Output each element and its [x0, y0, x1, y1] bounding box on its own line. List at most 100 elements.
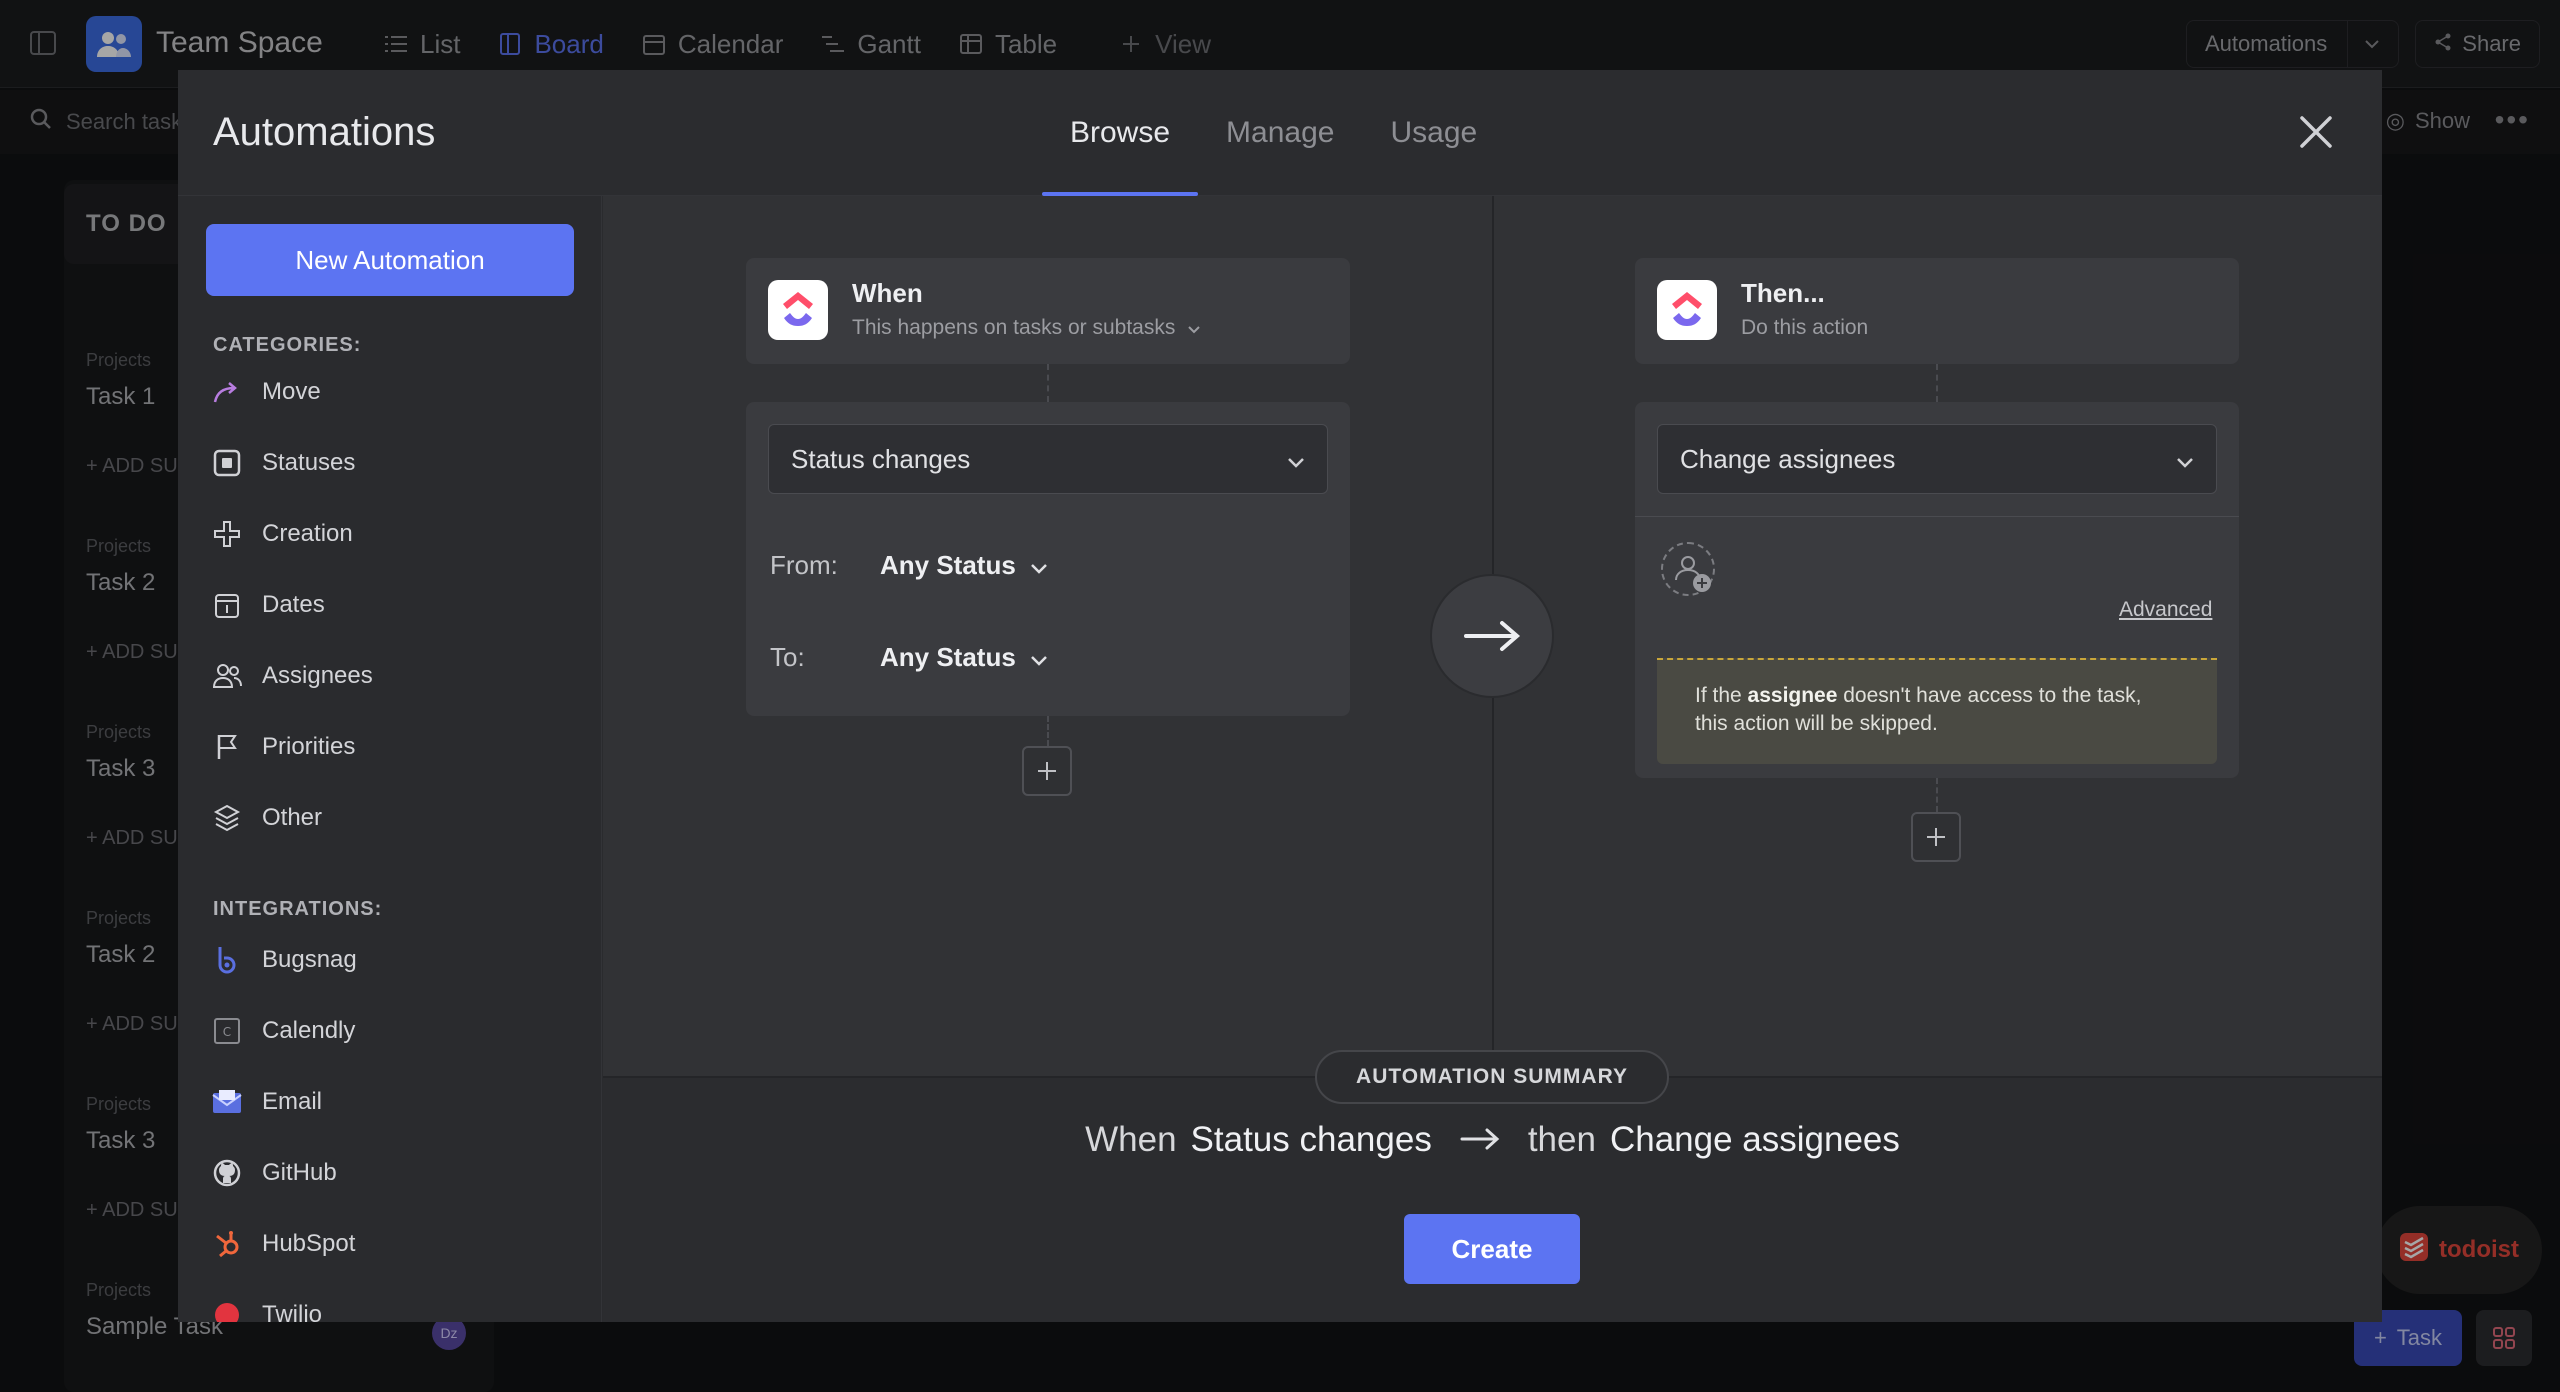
clickup-logo-icon [1657, 280, 1717, 340]
assignee-warning: If the assignee doesn't have access to t… [1657, 658, 2217, 764]
connector-line [1047, 716, 1049, 746]
other-icon [212, 803, 242, 833]
clickup-logo-icon [768, 280, 828, 340]
integration-label: HubSpot [262, 1230, 356, 1257]
action-subtitle: Do this action [1741, 316, 1869, 339]
automations-modal: Automations Browse Manage Usage New Auto… [178, 70, 2382, 1322]
dates-icon [212, 590, 242, 620]
connector-line [1047, 364, 1049, 402]
integrations-heading: INTEGRATIONS: [213, 898, 383, 920]
trigger-subtitle: This happens on tasks or subtasks [852, 316, 1176, 339]
categories-heading: CATEGORIES: [213, 334, 362, 356]
automation-categories-sidebar: New Automation CATEGORIES: Move Statuses… [178, 196, 602, 1322]
trigger-select-value: Status changes [791, 443, 971, 474]
to-status-value: Any Status [880, 642, 1016, 672]
modal-tabs: Browse Manage Usage [1042, 116, 1505, 196]
category-priorities[interactable]: Priorities [212, 727, 355, 767]
trigger-title: When [852, 278, 923, 308]
chevron-down-icon [1030, 550, 1048, 581]
advanced-link[interactable]: Advanced [2119, 598, 2212, 622]
tab-manage[interactable]: Manage [1198, 116, 1362, 196]
integration-label: Twilio [262, 1301, 323, 1322]
category-label: Other [262, 804, 323, 831]
chevron-down-icon [1187, 316, 1201, 340]
from-status-value: Any Status [880, 550, 1016, 580]
summary-text: When Status changes then Change assignee… [603, 1120, 2382, 1160]
chevron-down-icon [1287, 444, 1305, 475]
summary-then: then [1527, 1120, 1596, 1159]
assignees-icon [212, 661, 242, 691]
priorities-icon [212, 732, 242, 762]
summary-trigger: Status changes [1190, 1120, 1432, 1159]
warning-text: doesn't have access to the task, [1837, 684, 2142, 707]
integration-calendly[interactable]: C Calendly [212, 1011, 355, 1051]
arrow-right-icon [1460, 1120, 1500, 1160]
summary-when: When [1085, 1120, 1177, 1159]
category-assignees[interactable]: Assignees [212, 656, 373, 696]
summary-pill: AUTOMATION SUMMARY [1315, 1050, 1669, 1104]
category-label: Move [262, 378, 321, 405]
category-dates[interactable]: Dates [212, 585, 325, 625]
twilio-icon [212, 1300, 242, 1322]
from-label: From: [770, 550, 838, 580]
connector-line [1936, 364, 1938, 402]
integration-label: Calendly [262, 1017, 356, 1044]
tab-usage[interactable]: Usage [1362, 116, 1505, 196]
warning-text-line2: this action will be skipped. [1695, 712, 1938, 735]
category-other[interactable]: Other [212, 798, 322, 838]
category-label: Assignees [262, 662, 373, 689]
new-automation-button[interactable]: New Automation [206, 224, 574, 296]
category-label: Creation [262, 520, 353, 547]
category-creation[interactable]: Creation [212, 514, 353, 554]
modal-title: Automations [213, 110, 436, 154]
integration-bugsnag[interactable]: Bugsnag [212, 940, 357, 980]
calendly-icon: C [212, 1016, 242, 1046]
summary-action: Change assignees [1609, 1120, 1900, 1159]
move-icon [212, 377, 242, 407]
to-label: To: [770, 642, 805, 672]
category-statuses[interactable]: Statuses [212, 443, 355, 483]
bugsnag-icon [212, 945, 242, 975]
action-title: Then... [1741, 278, 1825, 308]
action-select-value: Change assignees [1680, 443, 1896, 474]
integration-twilio[interactable]: Twilio [212, 1295, 322, 1322]
category-label: Dates [262, 591, 325, 618]
automation-summary-panel [603, 1076, 2382, 1322]
integration-email[interactable]: Email [212, 1082, 322, 1122]
creation-icon [212, 519, 242, 549]
integration-label: Email [262, 1088, 323, 1115]
trigger-select[interactable]: Status changes [768, 424, 1328, 494]
warning-bold: assignee [1747, 684, 1838, 707]
connector-line [1936, 778, 1938, 812]
add-assignee-icon[interactable] [1661, 542, 1715, 596]
action-config-card: Change assignees Advanced If the assigne… [1635, 402, 2239, 778]
category-label: Priorities [262, 733, 356, 760]
action-header-card[interactable]: Then... Do this action [1635, 258, 2239, 364]
section-divider [1635, 516, 2239, 517]
category-move[interactable]: Move [212, 372, 321, 412]
email-icon [212, 1087, 242, 1117]
github-icon [212, 1158, 242, 1188]
integration-label: Bugsnag [262, 946, 357, 973]
integration-label: GitHub [262, 1159, 337, 1186]
warning-text: If the [1695, 684, 1748, 707]
integration-hubspot[interactable]: HubSpot [212, 1224, 355, 1264]
trigger-header-card[interactable]: When This happens on tasks or subtasks [746, 258, 1350, 364]
chevron-down-icon [1030, 642, 1048, 673]
add-condition-button[interactable] [1022, 746, 1072, 796]
svg-text:C: C [223, 1025, 231, 1039]
tab-browse[interactable]: Browse [1042, 116, 1199, 196]
trigger-subtitle-dropdown[interactable]: This happens on tasks or subtasks [852, 316, 1201, 340]
add-action-button[interactable] [1911, 812, 1961, 862]
integration-github[interactable]: GitHub [212, 1153, 337, 1193]
action-select[interactable]: Change assignees [1657, 424, 2217, 494]
category-label: Statuses [262, 449, 356, 476]
create-button[interactable]: Create [1404, 1214, 1580, 1284]
hubspot-icon [212, 1229, 242, 1259]
to-status-dropdown[interactable]: Any Status [880, 642, 1048, 673]
chevron-down-icon [2176, 444, 2194, 475]
statuses-icon [212, 448, 242, 478]
close-icon[interactable] [2294, 110, 2338, 154]
flow-arrow-icon [1430, 574, 1554, 698]
from-status-dropdown[interactable]: Any Status [880, 550, 1048, 581]
